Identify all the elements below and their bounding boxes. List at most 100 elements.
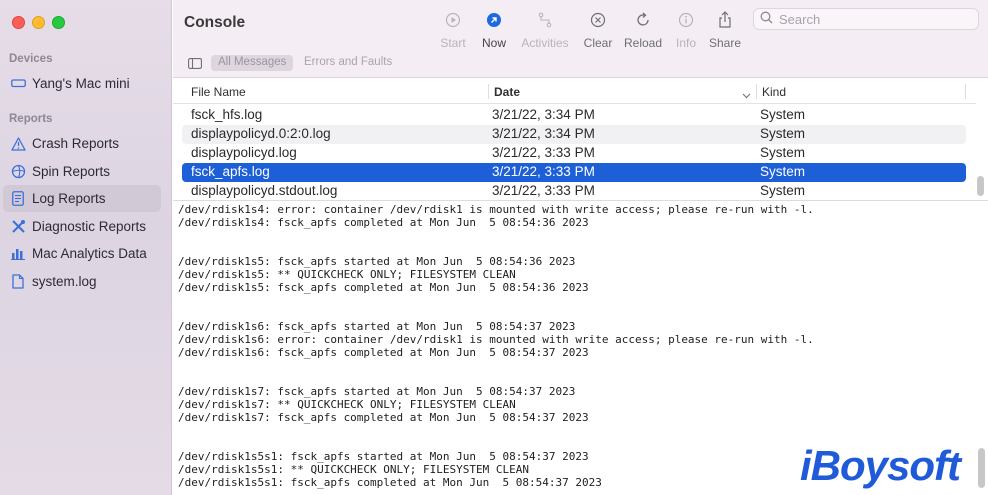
log-line: /dev/rdisk1s4: error: container /dev/rdi… (178, 203, 814, 216)
cell-kind: System (760, 164, 806, 179)
cell-date: 3/21/22, 3:34 PM (492, 126, 595, 141)
log-line: /dev/rdisk1s5: ** QUICKCHECK ONLY; FILES… (178, 268, 516, 281)
sidebar-item-diagnostic-reports[interactable]: Diagnostic Reports (3, 213, 161, 240)
log-line: /dev/rdisk1s7: fsck_apfs completed at Mo… (178, 411, 589, 424)
cell-file-name: fsck_hfs.log (191, 107, 263, 122)
log-blank-line (178, 359, 973, 372)
table-row[interactable]: displaypolicyd.log 3/21/22, 3:33 PM Syst… (182, 144, 966, 163)
activities-button[interactable]: Activities (515, 10, 575, 50)
column-header-kind[interactable]: Kind (762, 79, 786, 104)
cell-kind: System (760, 183, 806, 198)
sidebar-item-spin-reports[interactable]: Spin Reports (3, 158, 161, 185)
table-scrollbar[interactable] (977, 176, 984, 196)
cell-date: 3/21/22, 3:33 PM (492, 145, 595, 160)
column-divider (965, 84, 966, 99)
log-blank-line (178, 424, 973, 437)
log-blank-line (178, 307, 973, 320)
window-title: Console (184, 14, 246, 31)
now-label: Now (481, 36, 506, 50)
search-icon (760, 11, 773, 27)
minimize-window-button[interactable] (32, 16, 45, 29)
log-blank-line (178, 372, 973, 385)
cell-kind: System (760, 145, 806, 160)
sidebar-item-label: system.log (32, 274, 97, 289)
warning-triangle-icon (10, 136, 26, 152)
log-line: /dev/rdisk1s7: fsck_apfs started at Mon … (178, 385, 576, 398)
info-label: Info (675, 36, 696, 50)
reload-icon (635, 10, 651, 30)
sidebar-item-label: Crash Reports (32, 136, 120, 151)
column-header-date[interactable]: Date (494, 79, 520, 104)
table-row[interactable]: fsck_hfs.log 3/21/22, 3:34 PM System (182, 106, 966, 125)
log-blank-line (178, 294, 973, 307)
search-field[interactable] (753, 8, 979, 30)
share-icon (717, 10, 733, 30)
info-icon (678, 10, 694, 30)
column-divider (488, 84, 489, 99)
cell-file-name: fsck_apfs.log (191, 164, 270, 179)
toolbar: Console Start Now Activities Clear Reloa… (173, 0, 988, 78)
devices-header: Devices (9, 53, 53, 65)
iboysoft-watermark: iBoysoft (800, 442, 961, 489)
share-button[interactable]: Share (695, 10, 755, 50)
split-divider[interactable] (173, 200, 988, 201)
table-row[interactable]: displaypolicyd.stdout.log 3/21/22, 3:33 … (182, 182, 966, 201)
start-label: Start (440, 36, 466, 50)
close-window-button[interactable] (12, 16, 25, 29)
sidebar-item-mac-analytics-data[interactable]: Mac Analytics Data (3, 240, 161, 267)
sidebar-item-log-reports[interactable]: Log Reports (3, 185, 161, 212)
log-line: /dev/rdisk1s6: fsck_apfs completed at Mo… (178, 346, 589, 359)
table-row[interactable]: displaypolicyd.0:2:0.log 3/21/22, 3:34 P… (182, 125, 966, 144)
zoom-window-button[interactable] (52, 16, 65, 29)
cell-file-name: displaypolicyd.log (191, 145, 297, 160)
search-input[interactable] (779, 11, 969, 27)
sidebar-toggle-icon[interactable] (188, 57, 202, 69)
mac-mini-icon (10, 76, 26, 92)
log-scrollbar[interactable] (978, 448, 985, 488)
log-line: /dev/rdisk1s4: fsck_apfs completed at Mo… (178, 216, 589, 229)
sort-chevron-down-icon[interactable] (742, 87, 751, 102)
filter-all-messages[interactable]: All Messages (211, 55, 294, 71)
log-line: /dev/rdisk1s7: ** QUICKCHECK ONLY; FILES… (178, 398, 516, 411)
cell-file-name: displaypolicyd.0:2:0.log (191, 126, 331, 141)
tools-icon (10, 219, 26, 235)
sidebar-item-system-log[interactable]: system.log (3, 268, 161, 295)
cell-file-name: displaypolicyd.stdout.log (191, 183, 338, 198)
clear-label: Clear (583, 36, 613, 50)
activities-icon (537, 10, 553, 30)
cell-date: 3/21/22, 3:33 PM (492, 183, 595, 198)
log-blank-line (178, 229, 973, 242)
cell-date: 3/21/22, 3:33 PM (492, 164, 595, 179)
filter-errors-faults[interactable]: Errors and Faults (297, 55, 399, 71)
sidebar-item-label: Log Reports (32, 191, 106, 206)
log-line: /dev/rdisk1s6: fsck_apfs started at Mon … (178, 320, 576, 333)
spin-icon (10, 164, 26, 180)
log-line: /dev/rdisk1s5: fsck_apfs started at Mon … (178, 255, 576, 268)
sidebar: Devices Yang's Mac mini Reports Crash Re… (0, 0, 172, 495)
log-line: /dev/rdisk1s6: error: container /dev/rdi… (178, 333, 814, 346)
log-line: /dev/rdisk1s5: fsck_apfs completed at Mo… (178, 281, 589, 294)
cell-kind: System (760, 107, 806, 122)
bar-chart-icon (10, 246, 26, 262)
cell-date: 3/21/22, 3:34 PM (492, 107, 595, 122)
file-table: File Name Date Kind fsck_hfs.log 3/21/22… (173, 79, 976, 200)
sidebar-item-label: Mac Analytics Data (32, 246, 147, 261)
table-header (173, 79, 976, 104)
log-document-icon (10, 191, 26, 207)
sidebar-item-label: Spin Reports (32, 164, 111, 179)
column-divider (756, 84, 757, 99)
clear-icon (590, 10, 606, 30)
reports-header: Reports (9, 113, 53, 125)
sidebar-item-label: Yang's Mac mini (32, 76, 130, 91)
log-blank-line (178, 242, 973, 255)
file-icon (10, 274, 26, 290)
activities-label: Activities (521, 36, 569, 50)
table-row-selected[interactable]: fsck_apfs.log 3/21/22, 3:33 PM System (182, 163, 966, 182)
sidebar-item-crash-reports[interactable]: Crash Reports (3, 130, 161, 157)
share-label: Share (708, 36, 742, 50)
column-header-file-name[interactable]: File Name (191, 79, 246, 104)
play-icon (445, 10, 461, 30)
sidebar-item-label: Diagnostic Reports (32, 219, 147, 234)
now-arrow-icon (486, 10, 502, 30)
sidebar-item-device[interactable]: Yang's Mac mini (3, 70, 161, 97)
